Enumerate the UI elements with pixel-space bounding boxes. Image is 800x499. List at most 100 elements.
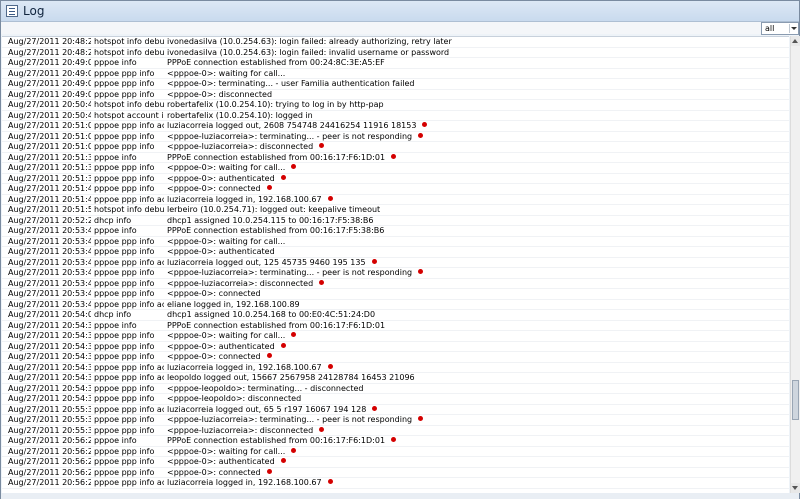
log-row[interactable]: Aug/27/2011 20:55:39 pppoe ppp info <pppoe… — [2, 415, 789, 426]
log-row[interactable]: Aug/27/2011 20:56:21 pppoe ppp info <pppoe… — [2, 467, 789, 479]
log-message-cell: <pppoe-0>: connected — [167, 468, 272, 479]
log-message: luziacorreia logged in, 192.168.100.67 — [167, 194, 322, 204]
log-row[interactable]: Aug/27/2011 20:54:39 pppoe ppp info <pppoe… — [2, 394, 789, 405]
log-time: Aug/27/2011 20:51:53 — [8, 205, 91, 214]
log-topic: pppoe ppp info ac... — [94, 257, 164, 267]
log-row[interactable]: Aug/27/2011 20:49:07 pppoe info PPPoE conn… — [2, 58, 789, 69]
log-row[interactable]: Aug/27/2011 20:51:01pppoe ppp info ac...… — [2, 121, 789, 132]
log-row[interactable]: Aug/27/2011 20:53:47 pppoe ppp info <pppoe… — [2, 289, 789, 300]
log-row[interactable]: Aug/27/2011 20:56:20 pppoe ppp info <pppoe… — [2, 457, 789, 468]
log-message-cell: leopoldo logged out, 15667 2567958 24128… — [167, 373, 415, 384]
log-row[interactable]: Aug/27/2011 20:53:43 pppoe info PPPoE conn… — [2, 226, 789, 237]
chevron-down-icon[interactable] — [789, 24, 797, 33]
log-row[interactable]: Aug/27/2011 20:53:44 pppoe ppp info <pppoe… — [2, 268, 789, 279]
log-message-cell: luziacorreia logged out, 125 45735 9460 … — [167, 258, 377, 269]
log-message: ivonedasilva (10.0.254.63): login failed… — [167, 47, 450, 57]
log-message-cell: <pppoe-0>: disconnected — [167, 90, 272, 101]
title-bar[interactable]: Log — [1, 1, 799, 22]
log-row[interactable]: Aug/27/2011 20:51:40 pppoe ppp info <pppoe… — [2, 184, 789, 195]
log-time: Aug/27/2011 20:54:34 — [8, 341, 91, 351]
log-row[interactable]: Aug/27/2011 20:49:07 pppoe ppp info <pppoe… — [2, 90, 789, 101]
log-row[interactable]: Aug/27/2011 20:51:40pppoe ppp info ac...… — [2, 194, 789, 205]
log-message-cell: PPPoE connection established from 00:24:… — [167, 58, 385, 69]
log-message: <pppoe-0>: connected — [167, 184, 261, 193]
log-time: Aug/27/2011 20:48:23 — [8, 37, 91, 46]
scroll-up-icon[interactable] — [791, 36, 800, 46]
log-row[interactable]: Aug/27/2011 20:53:44pppoe ppp info ac...… — [2, 257, 789, 269]
log-row[interactable]: Aug/27/2011 20:56:20 pppoe ppp info <pppoe… — [2, 446, 789, 457]
log-message-cell: robertafelix (10.0.254.10): logged in — [167, 111, 313, 122]
log-time: Aug/27/2011 20:53:43 — [8, 247, 91, 256]
log-row[interactable]: Aug/27/2011 20:48:23 hotspot info debug iv… — [2, 37, 789, 48]
log-row[interactable]: Aug/27/2011 20:49:07 pppoe ppp info <pppoe… — [2, 68, 789, 79]
log-message: <pppoe-0>: waiting for call... — [167, 68, 286, 78]
log-message-cell: <pppoe-0>: authenticated — [167, 174, 286, 185]
log-list[interactable]: Aug/27/2011 20:48:23 hotspot info debug iv… — [2, 36, 789, 493]
log-message-cell: dhcp1 assigned 10.0.254.115 to 00:16:17:… — [167, 216, 373, 227]
log-row[interactable]: Aug/27/2011 20:54:07 dhcp info dhcp1 assig… — [2, 310, 789, 321]
log-message: luziacorreia logged out, 2608 754748 244… — [167, 121, 417, 130]
log-row[interactable]: Aug/27/2011 20:51:39 pppoe ppp info <pppoe… — [2, 174, 789, 185]
log-message-cell: PPPoE connection established from 00:16:… — [167, 153, 397, 164]
log-topic: pppoe ppp info ac... — [94, 404, 164, 414]
red-dot-marker — [291, 332, 297, 337]
log-topic: pppoe ppp info ac... — [94, 121, 164, 130]
red-dot-marker — [418, 269, 424, 274]
log-row[interactable]: Aug/27/2011 20:50:40 hotspot info debug ro… — [2, 100, 789, 111]
red-dot-marker — [418, 416, 424, 421]
log-message: luziacorreia logged out, 65 5 r197 16067… — [167, 404, 367, 414]
log-time: Aug/27/2011 20:54:34 — [8, 320, 91, 330]
log-row[interactable]: Aug/27/2011 20:54:34 pppoe info PPPoE conn… — [2, 320, 789, 331]
log-row[interactable]: Aug/27/2011 20:51:39 pppoe ppp info <pppoe… — [2, 163, 789, 174]
log-row[interactable]: Aug/27/2011 20:53:43 pppoe ppp info <pppoe… — [2, 237, 789, 247]
log-row[interactable]: Aug/27/2011 20:53:47pppoe ppp info ac...… — [2, 300, 789, 310]
log-time: Aug/27/2011 20:54:34 — [8, 331, 91, 340]
log-row[interactable]: Aug/27/2011 20:54:35pppoe ppp info ac...… — [2, 362, 789, 373]
log-row[interactable]: Aug/27/2011 20:55:39 pppoe ppp info <pppoe… — [2, 426, 789, 436]
vertical-scrollbar[interactable] — [790, 36, 800, 493]
log-row[interactable]: Aug/27/2011 20:53:44 pppoe ppp info <pppoe… — [2, 279, 789, 290]
log-window-icon — [6, 5, 18, 17]
log-time: Aug/27/2011 20:56:21 — [8, 467, 91, 477]
log-row[interactable]: Aug/27/2011 20:51:39 pppoe info PPPoE conn… — [2, 153, 789, 164]
log-row[interactable]: Aug/27/2011 20:54:39 pppoe ppp info <pppoe… — [2, 383, 789, 395]
log-message-cell: <pppoe-0>: authenticated — [167, 342, 286, 353]
log-row[interactable]: Aug/27/2011 20:54:34 pppoe ppp info <pppoe… — [2, 331, 789, 342]
log-message-cell: <pppoe-leopoldo>: terminating... - disco… — [167, 384, 363, 395]
log-row[interactable]: Aug/27/2011 20:56:21pppoe ppp info ac...… — [2, 478, 789, 489]
log-message-cell: dhcp1 assigned 10.0.254.168 to 00:E0:4C:… — [167, 310, 375, 321]
log-message: <pppoe-0>: connected — [167, 467, 261, 477]
log-row[interactable]: Aug/27/2011 20:51:53 hotspot info debug le… — [2, 205, 789, 216]
log-row[interactable]: Aug/27/2011 20:50:40hotspot account in..… — [2, 111, 789, 122]
log-row[interactable]: Aug/27/2011 20:54:35 pppoe ppp info <pppoe… — [2, 352, 789, 363]
scroll-thumb[interactable] — [792, 380, 799, 420]
log-topic: pppoe ppp info ac... — [94, 362, 164, 372]
log-row[interactable]: Aug/27/2011 20:52:22 dhcp info dhcp1 assig… — [2, 216, 789, 227]
log-time: Aug/27/2011 20:51:40 — [8, 194, 91, 204]
log-row[interactable]: Aug/27/2011 20:51:01 pppoe ppp info <pppoe… — [2, 142, 789, 153]
red-dot-marker — [319, 279, 325, 285]
log-message: luziacorreia logged in, 192.168.100.67 — [167, 362, 322, 372]
filter-dropdown[interactable]: all — [761, 22, 799, 35]
log-message: <pppoe-0>: terminating... - user Familia… — [167, 79, 415, 88]
log-row[interactable]: Aug/27/2011 20:56:20 pppoe info PPPoE conn… — [2, 436, 789, 447]
log-row[interactable]: Aug/27/2011 20:54:39pppoe ppp info ac...… — [2, 373, 789, 384]
log-row[interactable]: Aug/27/2011 20:55:39pppoe ppp info ac...… — [2, 404, 789, 415]
log-message-cell: ivonedasilva (10.0.254.63): login failed… — [167, 37, 452, 48]
log-row[interactable]: Aug/27/2011 20:54:34 pppoe ppp info <pppoe… — [2, 341, 789, 353]
log-topic: pppoe ppp info — [94, 163, 155, 172]
log-topic: pppoe ppp info — [94, 383, 155, 393]
log-row[interactable]: Aug/27/2011 20:48:25 hotspot info debug iv… — [2, 47, 789, 58]
log-message-cell: <pppoe-luziacorreia>: disconnected — [167, 279, 325, 290]
log-topic: pppoe info — [94, 226, 137, 235]
log-time: Aug/27/2011 20:54:39 — [8, 373, 91, 382]
log-row[interactable]: Aug/27/2011 20:51:01 pppoe ppp info <pppoe… — [2, 132, 789, 142]
log-message: <pppoe-luziacorreia>: terminating... - p… — [167, 268, 413, 277]
log-message-cell: luziacorreia logged in, 192.168.100.67 — [167, 478, 333, 489]
log-topic: pppoe ppp info — [94, 331, 155, 340]
log-row[interactable]: Aug/27/2011 20:49:07 pppoe ppp info <pppoe… — [2, 79, 789, 90]
scroll-down-icon[interactable] — [791, 483, 800, 493]
log-row[interactable]: Aug/27/2011 20:53:43 pppoe ppp info <pppoe… — [2, 247, 789, 258]
log-topic: pppoe ppp info ac... — [94, 194, 164, 204]
log-topic: pppoe ppp info — [94, 446, 155, 456]
